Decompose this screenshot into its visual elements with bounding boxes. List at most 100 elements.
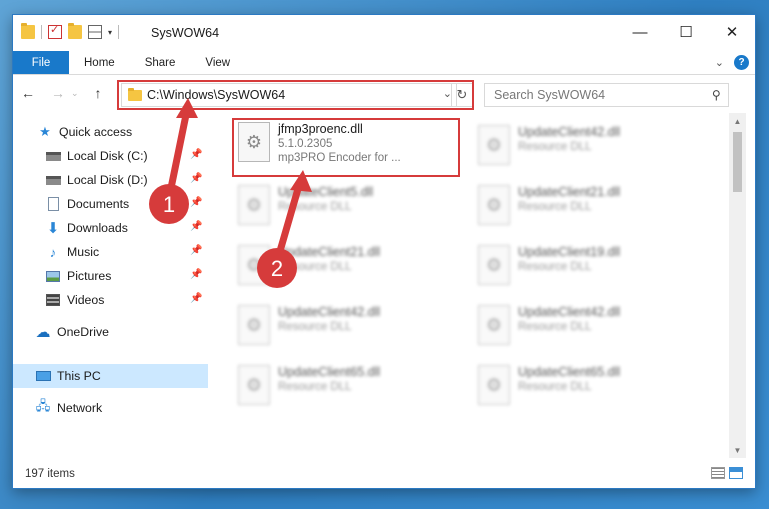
explorer-window: ▾ SysWOW64 — ☐ ✕ File Home Share View ⌄ …: [12, 14, 756, 489]
vertical-scrollbar[interactable]: ▲ ▼: [729, 113, 746, 458]
list-item[interactable]: ⚙ UpdateClient65.dll Resource DLL: [472, 361, 702, 417]
up-arrow-icon[interactable]: ↑: [95, 85, 102, 101]
nav-arrows: ← → ⌄ ↑: [21, 85, 102, 101]
sidebar-item-quick-access[interactable]: ★ Quick access: [13, 120, 208, 144]
pin-icon[interactable]: 📌: [190, 221, 202, 232]
sidebar-item-pictures[interactable]: Pictures 📌: [13, 264, 208, 288]
properties-icon[interactable]: [48, 23, 62, 39]
sidebar-item-label: Pictures: [67, 269, 112, 283]
cloud-icon: ☁: [35, 324, 51, 341]
list-item[interactable]: ⚙ UpdateClient19.dll Resource DLL: [472, 241, 702, 297]
window-title: SysWOW64: [151, 26, 220, 40]
videos-icon: [46, 294, 60, 306]
sidebar-item-network[interactable]: 🖧 Network: [13, 396, 208, 420]
list-item[interactable]: ⚙ UpdateClient42.dll Resource DLL: [232, 301, 462, 357]
forward-arrow-icon[interactable]: →: [51, 85, 65, 101]
sidebar-item-downloads[interactable]: ⬇ Downloads 📌: [13, 216, 208, 240]
pictures-icon: [46, 270, 60, 282]
scroll-up-icon[interactable]: ▲: [729, 113, 746, 129]
file-name: UpdateClient65.dll: [518, 365, 621, 379]
item-count: 197 items: [25, 468, 75, 480]
chevron-down-icon[interactable]: ▾: [108, 28, 112, 37]
tiles-view-icon[interactable]: [729, 467, 743, 479]
sidebar-item-label: Local Disk (D:): [67, 173, 148, 187]
sidebar-item-label: Documents: [67, 197, 130, 211]
pin-icon[interactable]: 📌: [190, 173, 202, 184]
list-item[interactable]: ⚙ UpdateClient65.dll Resource DLL: [232, 361, 462, 417]
file-type: Resource DLL: [518, 201, 592, 213]
expand-ribbon-icon[interactable]: ⌄: [715, 56, 724, 69]
window-controls: — ☐ ✕: [617, 15, 755, 49]
sidebar-item-label: Music: [67, 245, 100, 259]
list-item[interactable]: ⚙ UpdateClient42.dll Resource DLL: [472, 121, 702, 177]
tab-view[interactable]: View: [190, 51, 245, 74]
sidebar-item-local-disk-c[interactable]: Local Disk (C:) 📌: [13, 144, 208, 168]
folder-icon: [21, 23, 35, 39]
pin-icon[interactable]: 📌: [190, 149, 202, 160]
file-type: Resource DLL: [518, 381, 592, 393]
file-type: Resource DLL: [278, 201, 352, 213]
dll-file-icon: ⚙: [238, 365, 270, 405]
drive-icon: [45, 175, 61, 185]
pin-icon[interactable]: 📌: [190, 245, 202, 256]
file-name: UpdateClient21.dll: [278, 245, 381, 259]
sidebar-item-label: Videos: [67, 293, 105, 307]
dll-file-icon: ⚙: [478, 305, 510, 345]
file-name: UpdateClient5.dll: [278, 185, 374, 199]
tab-share[interactable]: Share: [130, 51, 191, 74]
pin-icon[interactable]: 📌: [190, 197, 202, 208]
search-box[interactable]: ⚲: [484, 83, 729, 107]
sidebar-item-videos[interactable]: Videos 📌: [13, 288, 208, 312]
new-folder-icon[interactable]: [68, 23, 82, 39]
file-type: Resource DLL: [278, 321, 352, 333]
view-buttons: [711, 467, 743, 479]
file-type: Resource DLL: [518, 321, 592, 333]
ribbon-tabs: File Home Share View ⌄ ?: [13, 51, 755, 75]
tab-file[interactable]: File: [13, 51, 69, 74]
dll-file-icon: ⚙: [478, 365, 510, 405]
recent-dropdown-icon[interactable]: ⌄: [71, 88, 79, 99]
dll-file-icon: ⚙: [478, 245, 510, 285]
details-view-icon[interactable]: [711, 467, 725, 479]
pin-icon[interactable]: 📌: [190, 269, 202, 280]
minimize-button[interactable]: —: [617, 15, 663, 49]
dll-file-icon: ⚙: [478, 185, 510, 225]
sidebar-item-onedrive[interactable]: ☁ OneDrive: [13, 320, 208, 344]
file-name: UpdateClient42.dll: [518, 305, 621, 319]
list-item[interactable]: ⚙ UpdateClient5.dll Resource DLL: [232, 181, 462, 237]
music-icon: ♪: [49, 244, 57, 260]
maximize-button[interactable]: ☐: [663, 15, 709, 49]
sidebar-item-this-pc[interactable]: This PC: [13, 364, 208, 388]
file-highlight-box: [232, 118, 460, 177]
list-item[interactable]: ⚙ UpdateClient42.dll Resource DLL: [472, 301, 702, 357]
file-name: UpdateClient65.dll: [278, 365, 381, 379]
view-options-icon[interactable]: [88, 25, 102, 39]
file-type: Resource DLL: [518, 141, 592, 153]
close-button[interactable]: ✕: [709, 15, 755, 49]
search-input[interactable]: [494, 88, 694, 102]
navigation-pane: ★ Quick access Local Disk (C:) 📌 Local D…: [13, 113, 208, 458]
divider: [118, 25, 120, 39]
star-icon: ★: [39, 124, 51, 139]
scroll-down-icon[interactable]: ▼: [729, 442, 746, 458]
title-bar: ▾ SysWOW64 — ☐ ✕: [13, 15, 755, 51]
tab-home[interactable]: Home: [69, 51, 130, 74]
scrollbar-thumb[interactable]: [733, 132, 742, 192]
sidebar-item-label: Quick access: [59, 125, 133, 139]
sidebar-item-music[interactable]: ♪ Music 📌: [13, 240, 208, 264]
file-name: UpdateClient21.dll: [518, 185, 621, 199]
sidebar-item-documents[interactable]: Documents 📌: [13, 192, 208, 216]
file-name: UpdateClient19.dll: [518, 245, 621, 259]
search-icon[interactable]: ⚲: [712, 88, 721, 102]
dll-file-icon: ⚙: [238, 245, 270, 285]
file-name: UpdateClient42.dll: [518, 125, 621, 139]
status-bar: 197 items: [13, 458, 755, 488]
pin-icon[interactable]: 📌: [190, 293, 202, 304]
file-name: UpdateClient42.dll: [278, 305, 381, 319]
list-item[interactable]: ⚙ UpdateClient21.dll Resource DLL: [232, 241, 462, 297]
address-highlight-box: [117, 80, 474, 110]
list-item[interactable]: ⚙ UpdateClient21.dll Resource DLL: [472, 181, 702, 237]
back-arrow-icon[interactable]: ←: [21, 85, 35, 101]
help-icon[interactable]: ?: [734, 55, 749, 70]
sidebar-item-local-disk-d[interactable]: Local Disk (D:) 📌: [13, 168, 208, 192]
